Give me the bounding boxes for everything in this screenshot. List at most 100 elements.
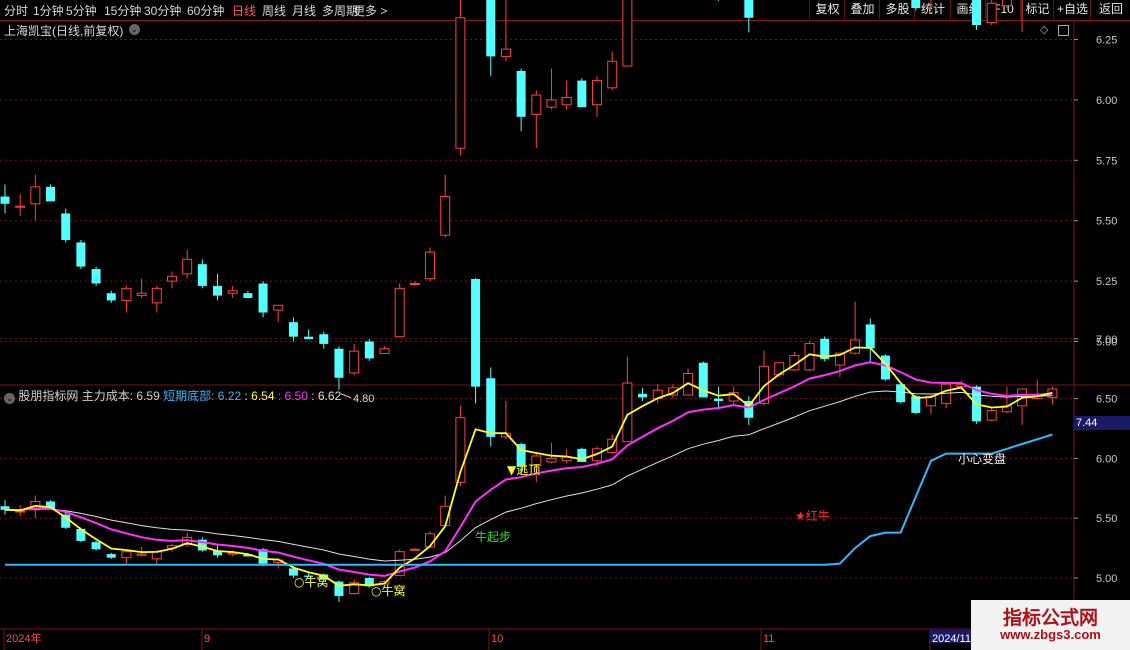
main-candle-body — [516, 70, 526, 117]
indicator-candle-body — [486, 378, 496, 437]
main-chart-title: 上海凯宝(日线,前复权) — [4, 24, 124, 38]
main-candle-body — [30, 186, 41, 205]
low-price-label: 4.80 — [353, 393, 374, 405]
watermark-url: www.zbgs3.com — [1000, 627, 1101, 642]
diamond-icon[interactable]: ◇ — [1040, 23, 1048, 36]
indicator-candle-body — [106, 554, 116, 558]
main-candle-body — [409, 283, 420, 286]
main-y-tick-label: 5.25 — [1096, 276, 1117, 288]
yellow-line-value: 6.54 — [251, 389, 275, 403]
main-candle-body — [136, 292, 147, 297]
main-candle-body — [349, 350, 360, 374]
indicator-candle-body — [713, 398, 723, 401]
main-candle-body — [227, 290, 238, 294]
main-y-tick-label: 6.25 — [1096, 35, 1117, 47]
main-candle-body — [15, 205, 26, 208]
indicator-y-tick-label: 5.50 — [1096, 513, 1117, 525]
kline-chart: 7.507.257.006.756.506.256.005.755.505.25… — [0, 0, 1130, 650]
main-candle-body — [744, 0, 754, 18]
indicator-candle-body — [638, 393, 648, 398]
main-candle-body — [622, 0, 633, 67]
date-label: 2024/11 — [932, 633, 971, 645]
main-candle-body — [561, 96, 572, 106]
watermark: 指标公式网 www.zbgs3.com — [971, 600, 1130, 650]
main-candle-body — [106, 293, 116, 301]
bull-nest-label-2: ○牛窝 — [371, 583, 405, 598]
indicator-candle-body — [409, 548, 420, 551]
main-candle-body — [273, 304, 284, 311]
main-candle-body — [304, 336, 314, 340]
date-label: 11 — [763, 633, 774, 645]
indicator-candle-body — [865, 324, 875, 349]
indicator-candle-body — [986, 410, 997, 421]
window-toggle-icon[interactable] — [1058, 25, 1069, 36]
escape-top-label: ▼逃顶 — [507, 463, 540, 477]
watermark-title: 指标公式网 — [1002, 607, 1098, 629]
main-candle-body — [197, 264, 207, 286]
main-cost-value: 6.59 — [136, 389, 160, 403]
red-bull-label: ★红牛 — [795, 508, 830, 523]
main-candle-body — [531, 94, 542, 115]
main-candle-body — [486, 0, 496, 57]
main-candle-body — [607, 60, 618, 89]
main-candle-body — [121, 287, 132, 301]
indicator-candle-body — [121, 551, 132, 559]
main-candle-body — [46, 186, 56, 202]
indicator-candle-body — [850, 339, 861, 354]
main-candle-body — [440, 196, 451, 236]
chart-options-icon[interactable]: ⌄ — [129, 24, 140, 35]
indicator-y-tick-label: 5.00 — [1096, 573, 1117, 585]
main-candle-body — [288, 322, 298, 337]
bull-start-label: 牛起步 — [475, 529, 511, 544]
main-candle-body — [972, 0, 982, 26]
main-candle-body — [986, 2, 997, 24]
main-candle-body — [258, 283, 268, 313]
main-candle-body — [334, 348, 344, 378]
main-candle-body — [455, 17, 466, 149]
short-bottom-value: 6.22 — [217, 389, 242, 403]
bull-nest-label-1: ○牛窝 — [294, 574, 328, 589]
main-candle-body — [394, 287, 405, 338]
indicator-name[interactable]: 股朋指标网 — [18, 389, 78, 403]
main-candle-body — [151, 287, 162, 304]
main-candle-body — [546, 99, 557, 108]
main-candle-body — [319, 334, 329, 344]
indicator-candle-body — [91, 542, 101, 550]
main-candle-body — [182, 258, 193, 275]
short-bottom-label: 短期底部 — [163, 389, 212, 403]
short-bottom-line — [5, 433, 1053, 566]
main-candle-body — [166, 275, 177, 282]
white-line-value: 6.62 — [317, 389, 342, 403]
indicator-title-bar: ⌄ 股朋指标网 主力成本: 6.59 短期底部: 6.22 : 6.54 : 6… — [4, 387, 341, 404]
main-candle-body — [425, 251, 436, 280]
main-candle-body — [0, 196, 10, 204]
main-candle-body — [1001, 0, 1012, 7]
main-y-tick-label: 6.00 — [1096, 95, 1117, 107]
main-candle-body — [76, 242, 86, 267]
low-price-pointer — [340, 393, 352, 399]
indicator-options-icon[interactable]: ⌄ — [4, 393, 15, 404]
magenta-line-value: 6.50 — [284, 389, 308, 403]
indicator-y-tick-label: 6.50 — [1096, 394, 1117, 406]
indicator-candle-body — [471, 279, 481, 387]
main-candle-body — [379, 348, 390, 355]
main-candle-body — [500, 48, 511, 57]
main-candle-body — [592, 80, 603, 106]
main-candle-body — [577, 80, 587, 108]
date-label: 2024年 — [6, 631, 41, 645]
main-y-tick-label: 5.75 — [1096, 155, 1117, 167]
main-candle-body — [61, 213, 71, 241]
main-candle-body — [364, 341, 374, 359]
indicator-y-tick-label: 6.00 — [1096, 453, 1117, 465]
date-label: 10 — [491, 633, 503, 645]
caution-label: 小心变盘 — [958, 451, 1006, 466]
main-candle-body — [243, 293, 253, 299]
indicator-y-tick-label: 7.00 — [1096, 334, 1117, 346]
current-value-box: 7.44 — [1074, 416, 1130, 430]
main-candle-body — [911, 0, 921, 9]
indicator-candle-body — [136, 553, 147, 556]
main-y-tick-label: 5.50 — [1096, 216, 1117, 228]
main-candle-body — [213, 285, 223, 296]
main-cost-label: 主力成本 — [81, 389, 130, 403]
main-candle-body — [91, 269, 101, 284]
